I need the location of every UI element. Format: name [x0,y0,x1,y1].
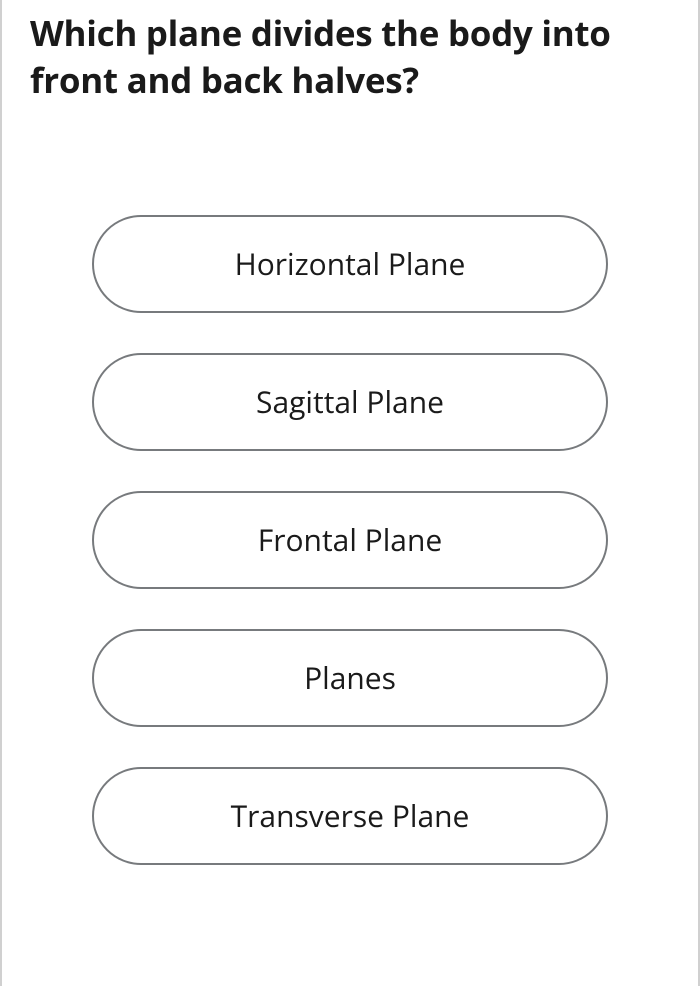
options-list: Horizontal Plane Sagittal Plane Frontal … [2,215,698,865]
option-transverse-plane[interactable]: Transverse Plane [92,767,608,865]
option-label: Transverse Plane [231,795,470,836]
quiz-container: Which plane divides the body into front … [0,0,700,986]
option-label: Planes [304,657,396,698]
option-sagittal-plane[interactable]: Sagittal Plane [92,353,608,451]
option-planes[interactable]: Planes [92,629,608,727]
option-label: Sagittal Plane [256,381,444,422]
question-text: Which plane divides the body into front … [2,0,698,105]
option-label: Frontal Plane [258,519,442,560]
option-label: Horizontal Plane [235,243,466,284]
option-frontal-plane[interactable]: Frontal Plane [92,491,608,589]
option-horizontal-plane[interactable]: Horizontal Plane [92,215,608,313]
